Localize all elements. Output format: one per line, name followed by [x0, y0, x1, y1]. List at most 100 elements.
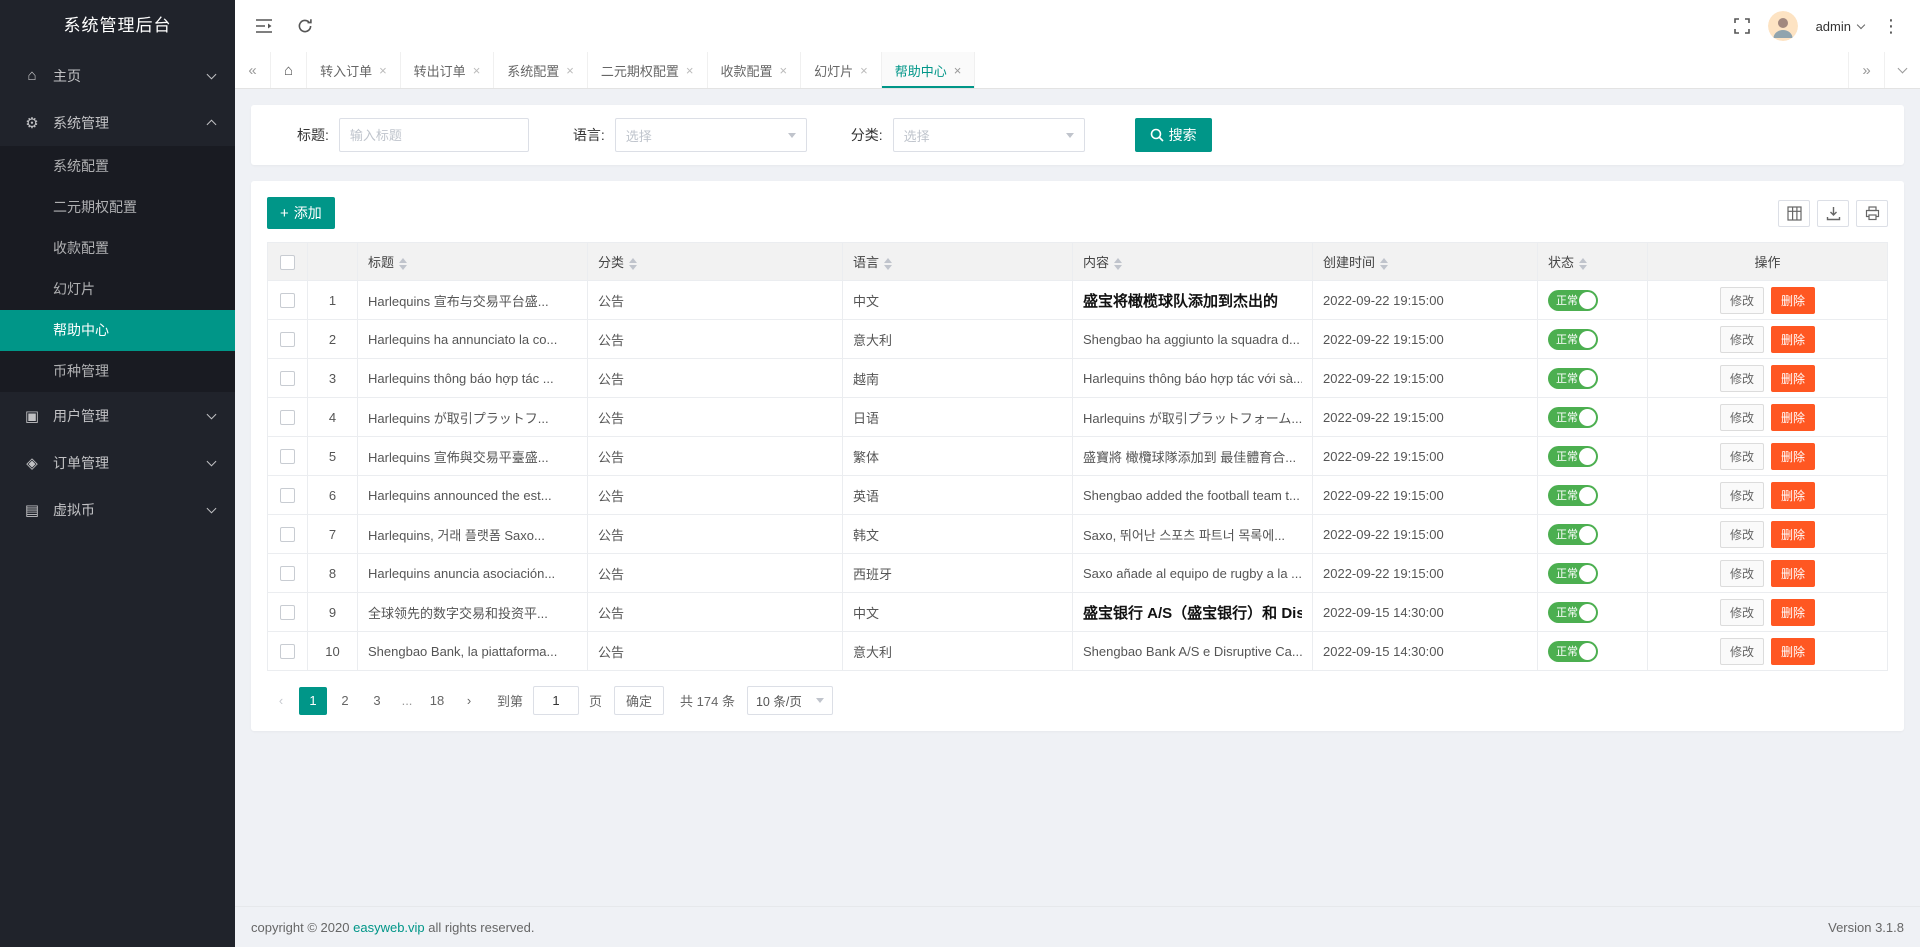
sidebar-subitem-收款配置[interactable]: 收款配置 — [0, 228, 235, 269]
delete-button[interactable]: 删除 — [1771, 287, 1815, 314]
row-checkbox[interactable] — [280, 410, 295, 425]
delete-button[interactable]: 删除 — [1771, 482, 1815, 509]
close-icon[interactable]: × — [473, 63, 481, 78]
row-checkbox[interactable] — [280, 566, 295, 581]
edit-button[interactable]: 修改 — [1720, 521, 1764, 548]
row-checkbox[interactable] — [280, 488, 295, 503]
sort-icon[interactable] — [1114, 258, 1122, 270]
category-select[interactable]: 选择 — [893, 118, 1085, 152]
fullscreen-icon[interactable] — [1734, 18, 1750, 34]
status-toggle[interactable]: 正常 — [1548, 524, 1598, 545]
status-toggle[interactable]: 正常 — [1548, 407, 1598, 428]
edit-button[interactable]: 修改 — [1720, 560, 1764, 587]
add-button[interactable]: + 添加 — [267, 197, 335, 229]
close-icon[interactable]: × — [566, 63, 574, 78]
page-button-1[interactable]: 1 — [299, 687, 327, 715]
sidebar-item-system[interactable]: ⚙系统管理 — [0, 99, 235, 146]
edit-button[interactable]: 修改 — [1720, 482, 1764, 509]
row-checkbox[interactable] — [280, 644, 295, 659]
close-icon[interactable]: × — [860, 63, 868, 78]
delete-button[interactable]: 删除 — [1771, 326, 1815, 353]
sort-icon[interactable] — [399, 258, 407, 270]
column-header-分类[interactable]: 分类 — [588, 243, 843, 281]
sort-icon[interactable] — [1579, 258, 1587, 270]
row-checkbox[interactable] — [280, 293, 295, 308]
tabs-scroll-right-icon[interactable]: » — [1848, 52, 1884, 88]
sidebar-subitem-幻灯片[interactable]: 幻灯片 — [0, 269, 235, 310]
row-checkbox[interactable] — [280, 605, 295, 620]
sidebar-subitem-币种管理[interactable]: 币种管理 — [0, 351, 235, 392]
sidebar-subitem-帮助中心[interactable]: 帮助中心 — [0, 310, 235, 351]
delete-button[interactable]: 删除 — [1771, 521, 1815, 548]
easyweb-link[interactable]: easyweb.vip — [353, 920, 425, 935]
search-button[interactable]: 搜索 — [1135, 118, 1212, 152]
close-icon[interactable]: × — [686, 63, 694, 78]
status-toggle[interactable]: 正常 — [1548, 485, 1598, 506]
column-header-状态[interactable]: 状态 — [1538, 243, 1648, 281]
row-checkbox[interactable] — [280, 371, 295, 386]
next-page-button[interactable]: › — [455, 687, 483, 715]
page-button-3[interactable]: 3 — [363, 687, 391, 715]
delete-button[interactable]: 删除 — [1771, 404, 1815, 431]
column-header-创建时间[interactable]: 创建时间 — [1313, 243, 1538, 281]
more-menu-icon[interactable]: ⋮ — [1882, 16, 1900, 37]
tabs-scroll-left-icon[interactable]: « — [235, 52, 271, 88]
close-icon[interactable]: × — [379, 63, 387, 78]
sidebar-subitem-二元期权配置[interactable]: 二元期权配置 — [0, 187, 235, 228]
delete-button[interactable]: 删除 — [1771, 365, 1815, 392]
status-toggle[interactable]: 正常 — [1548, 563, 1598, 584]
sort-icon[interactable] — [629, 258, 637, 270]
delete-button[interactable]: 删除 — [1771, 443, 1815, 470]
edit-button[interactable]: 修改 — [1720, 443, 1764, 470]
edit-button[interactable]: 修改 — [1720, 638, 1764, 665]
delete-button[interactable]: 删除 — [1771, 599, 1815, 626]
column-header-内容[interactable]: 内容 — [1073, 243, 1313, 281]
status-toggle[interactable]: 正常 — [1548, 368, 1598, 389]
tab-幻灯片[interactable]: 幻灯片× — [801, 52, 882, 88]
sidebar-item-crypto[interactable]: ▤虚拟币 — [0, 486, 235, 533]
refresh-icon[interactable] — [297, 18, 313, 34]
row-checkbox[interactable] — [280, 527, 295, 542]
status-toggle[interactable]: 正常 — [1548, 602, 1598, 623]
language-select[interactable]: 选择 — [615, 118, 807, 152]
sidebar-toggle-icon[interactable] — [255, 18, 273, 34]
tab-转出订单[interactable]: 转出订单× — [401, 52, 495, 88]
edit-button[interactable]: 修改 — [1720, 365, 1764, 392]
edit-button[interactable]: 修改 — [1720, 287, 1764, 314]
delete-button[interactable]: 删除 — [1771, 560, 1815, 587]
select-all-checkbox[interactable] — [280, 255, 295, 270]
columns-icon[interactable] — [1778, 200, 1810, 227]
status-toggle[interactable]: 正常 — [1548, 641, 1598, 662]
tab-转入订单[interactable]: 转入订单× — [307, 52, 401, 88]
user-menu[interactable]: admin — [1816, 19, 1864, 34]
goto-page-input[interactable] — [533, 686, 579, 715]
sidebar-item-home[interactable]: ⌂主页 — [0, 52, 235, 99]
sidebar-subitem-系统配置[interactable]: 系统配置 — [0, 146, 235, 187]
close-icon[interactable]: × — [780, 63, 788, 78]
prev-page-button[interactable]: ‹ — [267, 687, 295, 715]
status-toggle[interactable]: 正常 — [1548, 446, 1598, 467]
tabs-menu-icon[interactable] — [1884, 52, 1920, 88]
edit-button[interactable]: 修改 — [1720, 326, 1764, 353]
tab-home[interactable]: ⌂ — [271, 52, 307, 88]
status-toggle[interactable]: 正常 — [1548, 290, 1598, 311]
delete-button[interactable]: 删除 — [1771, 638, 1815, 665]
edit-button[interactable]: 修改 — [1720, 404, 1764, 431]
edit-button[interactable]: 修改 — [1720, 599, 1764, 626]
sort-icon[interactable] — [884, 258, 892, 270]
column-header-语言[interactable]: 语言 — [843, 243, 1073, 281]
avatar[interactable] — [1768, 11, 1798, 41]
close-icon[interactable]: × — [954, 63, 962, 78]
page-button-18[interactable]: 18 — [423, 687, 451, 715]
print-icon[interactable] — [1856, 200, 1888, 227]
tab-系统配置[interactable]: 系统配置× — [494, 52, 588, 88]
column-header-标题[interactable]: 标题 — [358, 243, 588, 281]
sort-icon[interactable] — [1380, 258, 1388, 270]
status-toggle[interactable]: 正常 — [1548, 329, 1598, 350]
tab-收款配置[interactable]: 收款配置× — [708, 52, 802, 88]
tab-帮助中心[interactable]: 帮助中心× — [882, 52, 976, 88]
row-checkbox[interactable] — [280, 332, 295, 347]
row-checkbox[interactable] — [280, 449, 295, 464]
sidebar-item-users[interactable]: ▣用户管理 — [0, 392, 235, 439]
confirm-page-button[interactable]: 确定 — [614, 686, 664, 715]
